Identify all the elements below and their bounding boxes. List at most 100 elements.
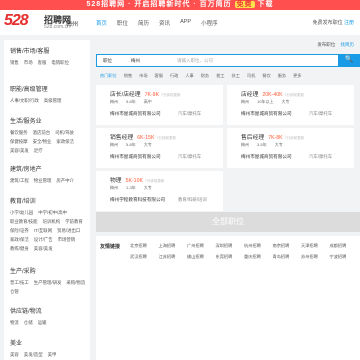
category-link[interactable]: 美容/美发 <box>10 147 29 154</box>
category-link[interactable]: 教练/健身 <box>10 245 29 252</box>
category-link[interactable]: 家政/保洁 <box>10 236 29 243</box>
all-jobs-button[interactable]: 全部职位 <box>96 212 360 232</box>
friend-link[interactable]: 东莞招聘 <box>216 254 245 260</box>
friend-link[interactable]: 深圳招聘 <box>216 243 245 249</box>
category-link[interactable]: 职业教育/技能 <box>10 218 38 225</box>
free-post-link[interactable]: 免费发布职位 <box>313 20 343 26</box>
tab-worker[interactable]: 普工 <box>216 71 224 81</box>
job-title[interactable]: 店长/店经理 <box>110 92 141 98</box>
city-selector[interactable]: 梅州 <box>66 19 78 28</box>
search-button[interactable]: 🔍 <box>338 54 360 67</box>
category-link[interactable]: 人事/文职/行政 <box>10 97 39 104</box>
category-link[interactable]: 美发/造型 <box>24 351 43 358</box>
category-link[interactable]: 高级管理 <box>44 97 62 104</box>
category-title[interactable]: 生活/服务业 <box>10 116 86 125</box>
tab-finance[interactable]: 财务 <box>201 71 209 81</box>
find-resume-link[interactable]: 找简历 <box>341 42 355 47</box>
category-link[interactable]: 物业管理 <box>34 177 52 184</box>
friend-link[interactable]: 青岛招聘 <box>273 254 302 260</box>
logo[interactable]: 528 <box>4 12 29 30</box>
category-title[interactable]: 建筑/房地产 <box>10 164 86 173</box>
friend-link[interactable]: 广州招聘 <box>187 243 216 249</box>
category-link[interactable]: 中学/初中/高中 <box>38 209 67 216</box>
category-link[interactable]: 安全/物业 <box>33 138 52 145</box>
tab-hr[interactable]: 人事 <box>185 71 193 81</box>
job-card[interactable]: 物理 5K-10K 7分钟前更新 梅州 1-3年 大专 梅州学程教育科技有限公司 教育/… <box>96 171 223 211</box>
job-title[interactable]: 物理 <box>110 178 122 184</box>
category-link[interactable]: 美容/美发 <box>34 245 53 252</box>
category-link[interactable]: 餐饮服务 <box>10 129 28 136</box>
nav-miniprogram[interactable]: 小程序 <box>201 19 218 27</box>
tab-sales[interactable]: 销售 <box>124 71 132 81</box>
job-company[interactable]: 梅州市屋城商贸有限公司 <box>110 154 161 160</box>
tab-marketing[interactable]: 市场 <box>139 71 147 81</box>
friend-link[interactable]: 江苏招聘 <box>159 254 188 260</box>
friend-link[interactable]: 佛山招聘 <box>187 254 216 260</box>
promo-download[interactable]: 下载 <box>258 1 274 8</box>
category-link[interactable]: 家政保洁 <box>56 138 74 145</box>
promo-banner[interactable]: 528招聘网 · 开启招聘新时代 · 百万简历 免费 下载 <box>0 0 360 10</box>
tab-service[interactable]: 客服 <box>155 71 163 81</box>
category-link[interactable]: IT/互联网 <box>34 227 52 234</box>
category-link[interactable]: 美容 <box>10 351 19 358</box>
friend-link[interactable]: 宁波招聘 <box>330 254 359 260</box>
category-link[interactable]: 保险/证券 <box>10 227 29 234</box>
category-link[interactable]: 小学/幼儿园 <box>10 209 33 216</box>
tab-services[interactable]: 服务 <box>278 71 286 81</box>
job-title[interactable]: 店经理 <box>241 92 258 98</box>
tab-driver[interactable]: 司机 <box>247 71 255 81</box>
job-company[interactable]: 梅州学程教育科技有限公司 <box>110 197 165 203</box>
job-card[interactable]: 店经理 20K-40K 7分钟前更新 梅州 10年以上 大专 梅州市屋城商贸有限公司 汽… <box>227 85 354 125</box>
category-link[interactable]: 客服 <box>38 59 47 66</box>
register-link[interactable]: 注册 <box>344 20 354 26</box>
job-card[interactable]: 店长/店经理 7K-9K 7分钟前更新 梅州 5-8年 高中 梅州市屋城商贸有限公司 汽… <box>96 85 223 125</box>
tab-catering[interactable]: 餐饮 <box>262 71 270 81</box>
tab-more[interactable]: 更多 <box>293 71 301 81</box>
tab-hot[interactable]: 热门职位 <box>100 71 117 81</box>
category-link[interactable]: 生产管理/研发 <box>34 279 62 286</box>
category-link[interactable]: 酒店前台 <box>33 129 51 136</box>
category-link[interactable]: 房产中介 <box>56 177 74 184</box>
publish-job-link[interactable]: 发布职位 <box>317 42 335 47</box>
category-link[interactable]: 仓储 <box>24 319 33 326</box>
category-title[interactable]: 职能/高级管理 <box>10 84 86 93</box>
friend-link[interactable]: 武汉招聘 <box>130 254 159 260</box>
category-link[interactable]: 保健按摩 <box>10 138 28 145</box>
category-link[interactable]: 市场 <box>24 59 33 66</box>
job-card[interactable]: 售后经理 7K-8K 7分钟前更新 梅州 3-5年 大专 梅州市屋城商贸有限公司 汽车/… <box>227 128 354 168</box>
search-city-select[interactable]: 梅州 <box>131 58 140 64</box>
category-title[interactable]: 销售/市场/客服 <box>10 46 86 55</box>
friend-link[interactable]: 上海招聘 <box>159 243 188 249</box>
friend-link[interactable]: 天津招聘 <box>301 243 330 249</box>
tab-admin[interactable]: 行政 <box>170 71 178 81</box>
job-card[interactable]: 销售经理 6K-15K 7分钟前更新 梅州 5-8年 大专 梅州市屋城商贸有限公司 汽车… <box>96 128 223 168</box>
friend-link[interactable]: 重庆招聘 <box>244 254 273 260</box>
category-link[interactable]: 采购/物流 <box>66 279 85 286</box>
category-title[interactable]: 教育/培训 <box>10 196 86 205</box>
category-link[interactable]: 建筑/工程 <box>10 177 29 184</box>
nav-resumes[interactable]: 简历 <box>138 19 149 27</box>
category-title[interactable]: 供应链/物流 <box>10 306 86 315</box>
category-link[interactable]: 学前教育 <box>65 218 83 225</box>
nav-news[interactable]: 资讯 <box>159 19 170 27</box>
friend-link[interactable]: 成都招聘 <box>330 243 359 249</box>
friend-link[interactable]: 苏州招聘 <box>301 254 330 260</box>
friend-link[interactable]: 杭州招聘 <box>244 243 273 249</box>
category-link[interactable]: 贸易/进出口 <box>57 227 80 234</box>
tab-technician[interactable]: 技工 <box>232 71 240 81</box>
category-title[interactable]: 美业 <box>10 338 86 347</box>
category-link[interactable]: 运输 <box>38 319 47 326</box>
job-company[interactable]: 梅州市屋城商贸有限公司 <box>241 111 292 117</box>
friend-link[interactable]: 北京招聘 <box>130 243 159 249</box>
job-title[interactable]: 销售经理 <box>110 135 133 141</box>
search-type-select[interactable]: 职位 <box>103 58 112 64</box>
job-title[interactable]: 售后经理 <box>241 135 264 141</box>
friend-link[interactable]: 南京招聘 <box>273 243 302 249</box>
category-link[interactable]: 普工/技工 <box>10 279 29 286</box>
category-link[interactable]: 美甲 <box>48 351 57 358</box>
category-link[interactable]: 培训机构 <box>43 218 61 225</box>
category-link[interactable]: 市场营销 <box>58 236 76 243</box>
job-company[interactable]: 梅州市屋城商贸有限公司 <box>241 154 292 160</box>
category-link[interactable]: 仓管 <box>10 288 19 295</box>
category-title[interactable]: 生产/采购 <box>10 266 86 275</box>
